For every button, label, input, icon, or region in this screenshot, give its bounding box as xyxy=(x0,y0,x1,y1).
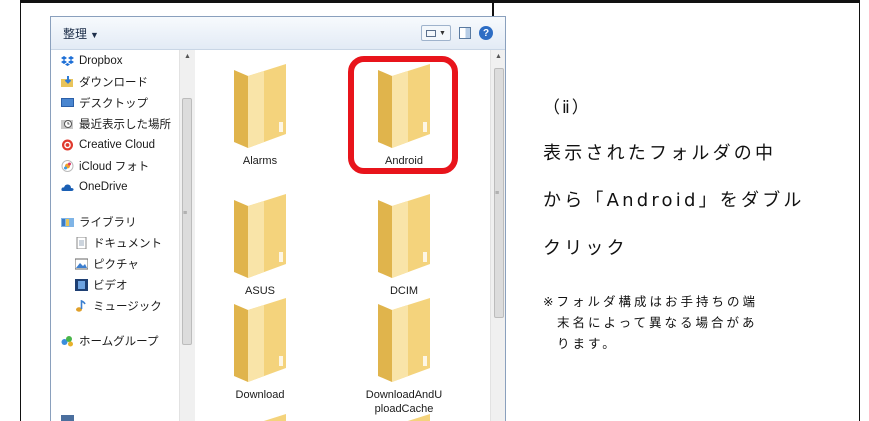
recent-places-icon xyxy=(61,120,73,129)
instruction-line: クリック xyxy=(543,238,628,259)
folder-item-alarms[interactable]: Alarms xyxy=(204,62,316,168)
nav-item-label: ホームグループ xyxy=(79,336,159,348)
computer-icon xyxy=(61,415,74,421)
nav-item-recent-places[interactable]: 最近表示した場所 xyxy=(61,115,171,133)
scroll-up-icon[interactable]: ▲ xyxy=(184,53,191,60)
view-icon xyxy=(426,29,437,37)
folder-icon xyxy=(407,414,430,421)
nav-item-pictures[interactable]: ピクチャ xyxy=(75,255,139,273)
note-line: ※フォルダ構成はお手持ちの端 xyxy=(543,294,758,309)
folder-item-asus[interactable]: ASUS xyxy=(204,192,316,298)
nav-item-label: ミュージック xyxy=(93,301,162,313)
nav-scroll-thumb[interactable] xyxy=(182,98,192,345)
help-icon[interactable]: ? xyxy=(479,26,493,40)
files-scrollbar[interactable]: ▲ ≡ xyxy=(490,50,505,421)
folder-icon xyxy=(378,298,430,382)
folder-icon xyxy=(234,194,286,278)
folder-item-cut-off[interactable] xyxy=(348,412,460,421)
step-number: （ⅱ） xyxy=(543,98,591,118)
note-line: ります。 xyxy=(557,336,618,351)
folder-icon xyxy=(263,414,286,421)
nav-item-label: iCloud フォト xyxy=(79,161,150,173)
scroll-up-icon[interactable]: ▲ xyxy=(495,53,502,60)
videos-icon xyxy=(75,279,88,291)
nav-item-videos[interactable]: ビデオ xyxy=(75,276,128,294)
icloud-photos-icon xyxy=(61,160,74,172)
nav-item-label: ピクチャ xyxy=(93,259,139,271)
instruction-line: から「Android」をダブル xyxy=(543,190,805,211)
desktop-icon xyxy=(61,98,74,107)
nav-item-label: 最近表示した場所 xyxy=(79,119,171,131)
dropbox-icon xyxy=(61,56,74,66)
chevron-down-icon: ▼ xyxy=(90,30,99,40)
nav-item-dropbox[interactable]: Dropbox xyxy=(61,52,122,70)
nav-item-label: ドキュメント xyxy=(93,238,162,250)
folder-item-downloadanduploadcache[interactable]: DownloadAndU ploadCache xyxy=(348,296,460,416)
pictures-icon xyxy=(75,258,88,270)
documents-icon xyxy=(76,237,87,249)
note: ※フォルダ構成はお手持ちの端 末名によって異なる場合があ ります。 xyxy=(543,291,835,354)
folder-item-cut-off[interactable] xyxy=(204,412,316,421)
organize-label: 整理 xyxy=(63,27,88,41)
onedrive-icon xyxy=(61,184,74,191)
nav-item-label: OneDrive xyxy=(79,181,128,193)
nav-item-downloads[interactable]: ダウンロード xyxy=(61,73,148,91)
folder-item-dcim[interactable]: DCIM xyxy=(348,192,460,298)
nav-item-label: ライブラリ xyxy=(79,217,137,229)
nav-item-libraries[interactable]: ライブラリ xyxy=(61,213,137,231)
nav-item-homegroup[interactable]: ホームグループ xyxy=(61,332,158,350)
folder-icon xyxy=(234,298,286,382)
table-top-border xyxy=(21,1,859,3)
creative-cloud-icon xyxy=(62,139,73,151)
folder-icon xyxy=(234,64,286,148)
android-highlight-ring xyxy=(348,56,458,174)
nav-item-desktop[interactable]: デスクトップ xyxy=(61,94,148,112)
nav-item-creative-cloud[interactable]: Creative Cloud xyxy=(61,136,155,154)
toolbar-icons: ▼ ? xyxy=(421,24,493,42)
download-folder-icon xyxy=(61,76,73,87)
nav-item-documents[interactable]: ドキュメント xyxy=(75,234,162,252)
file-label: Download xyxy=(235,389,285,401)
nav-item-label: ダウンロード xyxy=(79,77,148,89)
preview-pane-icon[interactable] xyxy=(459,27,471,39)
folder-icon xyxy=(378,194,430,278)
music-icon xyxy=(76,300,86,312)
nav-scrollbar[interactable]: ▲ ≡ xyxy=(179,50,195,421)
instruction-line: 表示されたフォルダの中 xyxy=(543,143,777,164)
note-line: 末名によって異なる場合があ xyxy=(557,315,758,330)
file-label-line: DownloadAndU xyxy=(365,389,443,401)
organize-menu[interactable]: 整理 ▼ xyxy=(63,25,99,42)
folder-item-download[interactable]: Download xyxy=(204,296,316,402)
nav-item-cut-off[interactable] xyxy=(61,410,79,421)
nav-item-label: Creative Cloud xyxy=(79,139,156,151)
nav-item-onedrive[interactable]: OneDrive xyxy=(61,178,128,196)
nav-item-label: Dropbox xyxy=(79,55,123,67)
libraries-icon xyxy=(61,218,74,227)
homegroup-icon xyxy=(61,336,73,347)
nav-item-label: ビデオ xyxy=(93,280,128,292)
scroll-grip-icon: ≡ xyxy=(495,190,500,197)
nav-item-label: デスクトップ xyxy=(79,98,148,110)
chevron-down-icon: ▼ xyxy=(439,29,446,37)
nav-item-music[interactable]: ミュージック xyxy=(75,297,162,315)
nav-item-icloud-photos[interactable]: iCloud フォト xyxy=(61,157,149,175)
explorer-toolbar: 整理 ▼ ▼ ? xyxy=(51,17,505,50)
scroll-grip-icon: ≡ xyxy=(183,210,188,217)
file-label: Alarms xyxy=(242,155,278,167)
navigation-pane: Dropbox ダウンロード デスクトップ 最近表示した場所 Creative … xyxy=(51,50,191,421)
change-view-button[interactable]: ▼ xyxy=(421,25,451,41)
